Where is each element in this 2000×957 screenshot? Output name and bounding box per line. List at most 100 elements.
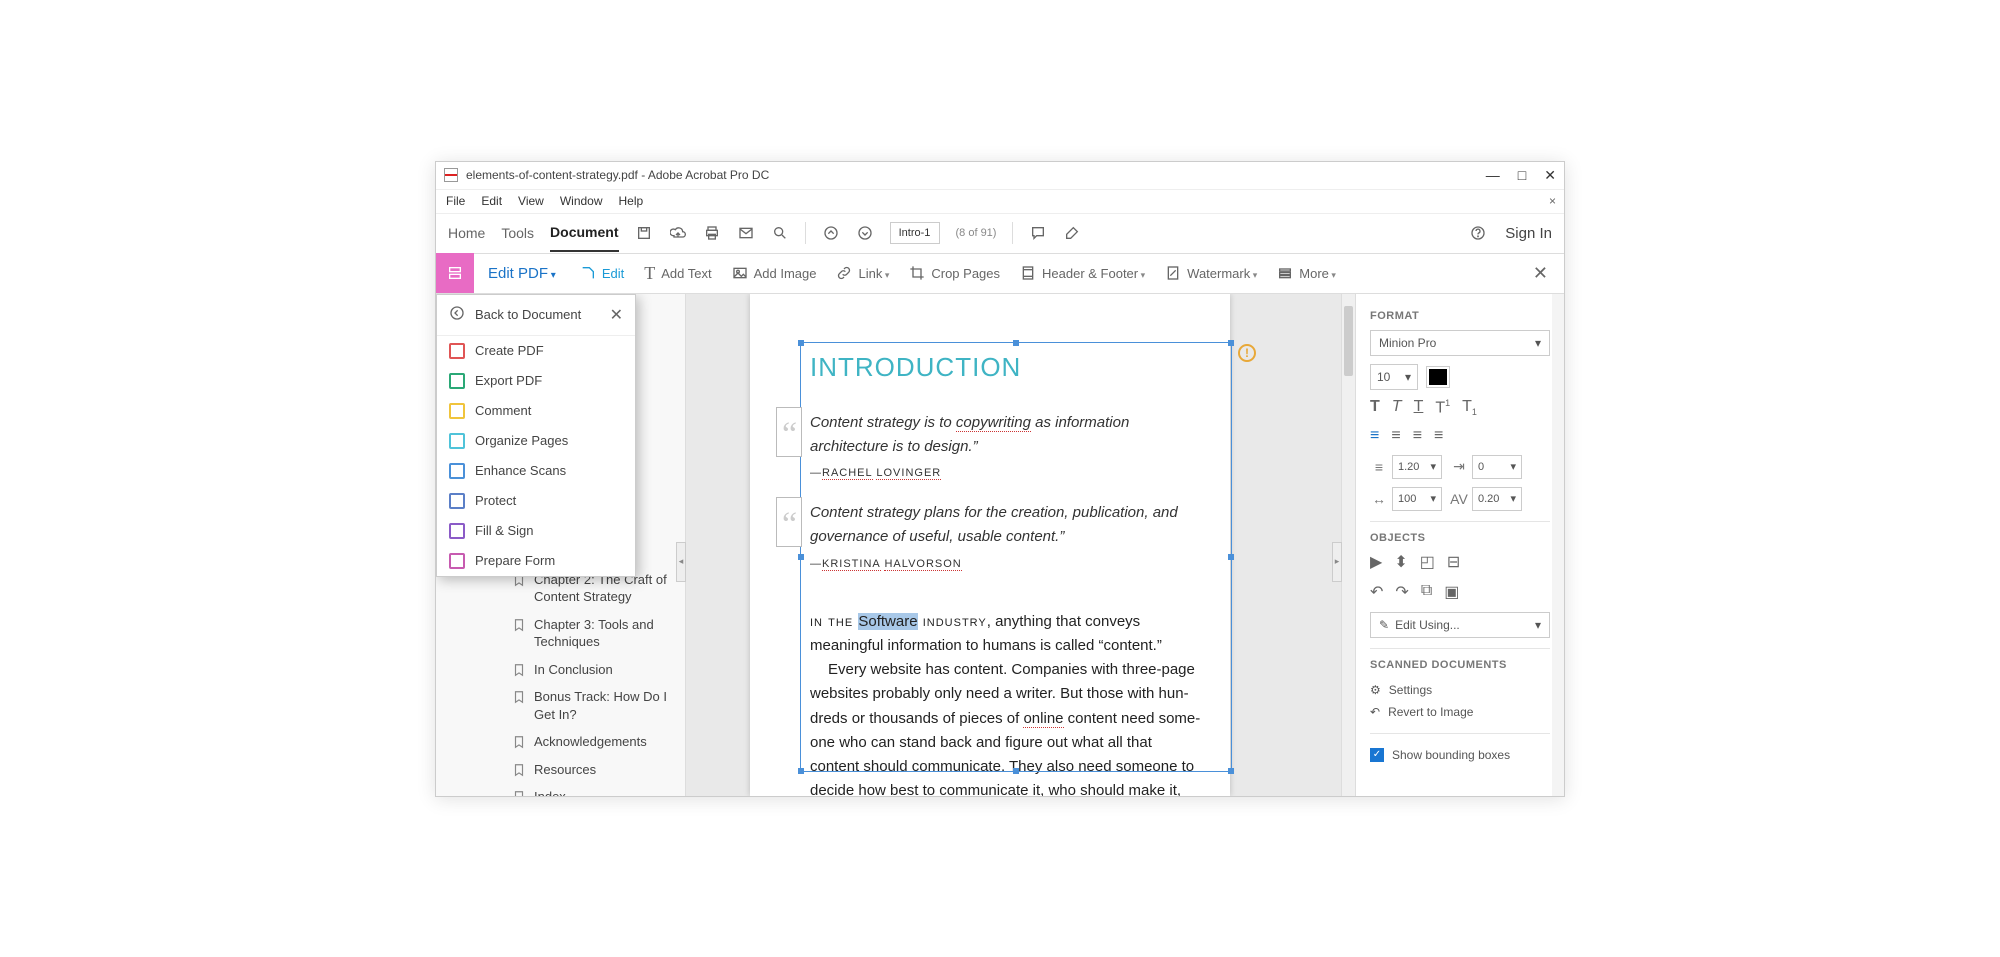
- panel-scrollbar[interactable]: [1552, 294, 1564, 796]
- superscript-icon[interactable]: T1: [1435, 398, 1450, 417]
- tab-home[interactable]: Home: [448, 225, 485, 241]
- kerning-input[interactable]: 0.20▾: [1472, 487, 1522, 511]
- flyout-item-enhance-scans[interactable]: Enhance Scans: [437, 456, 635, 486]
- bookmark-item[interactable]: Resources: [436, 756, 685, 784]
- menubar: File Edit View Window Help ×: [436, 190, 1564, 214]
- cloud-upload-icon[interactable]: [669, 224, 687, 242]
- viewport-scrollbar[interactable]: [1341, 294, 1355, 796]
- edit-button[interactable]: Edit: [570, 265, 634, 281]
- page-count-label: (8 of 91): [956, 227, 997, 239]
- back-arrow-icon[interactable]: [449, 305, 465, 324]
- comment-icon[interactable]: [1029, 224, 1047, 242]
- tab-document[interactable]: Document: [550, 224, 618, 252]
- menubar-close-icon[interactable]: ×: [1549, 194, 1556, 208]
- rotate-cw-icon[interactable]: ↷: [1395, 582, 1408, 602]
- bookmark-item[interactable]: Acknowledgements: [436, 728, 685, 756]
- collapse-right-icon[interactable]: ▸: [1332, 542, 1342, 582]
- bookmark-icon: [512, 618, 526, 632]
- page-number-input[interactable]: [890, 222, 940, 244]
- menu-file[interactable]: File: [446, 194, 465, 208]
- bookmark-item[interactable]: In Conclusion: [436, 656, 685, 684]
- subscript-icon[interactable]: T1: [1462, 398, 1477, 417]
- email-icon[interactable]: [737, 224, 755, 242]
- watermark-button[interactable]: Watermark: [1155, 265, 1267, 281]
- flip-v-icon[interactable]: ⬍: [1394, 552, 1407, 572]
- align-justify-icon[interactable]: ≡: [1434, 427, 1443, 445]
- header-footer-button[interactable]: Header & Footer: [1010, 265, 1155, 281]
- flyout-item-comment[interactable]: Comment: [437, 396, 635, 426]
- close-button[interactable]: ✕: [1544, 167, 1556, 184]
- flyout-item-icon: [449, 553, 465, 569]
- flyout-close-icon[interactable]: ✕: [610, 305, 623, 325]
- save-icon[interactable]: [635, 224, 653, 242]
- close-edit-icon[interactable]: ✕: [1517, 263, 1564, 284]
- bookmark-icon: [512, 763, 526, 777]
- flip-h-icon[interactable]: ▶: [1370, 552, 1382, 572]
- bold-icon[interactable]: T: [1370, 398, 1380, 417]
- font-family-dropdown[interactable]: Minion Pro▾: [1370, 330, 1550, 356]
- add-image-button[interactable]: Add Image: [722, 265, 827, 281]
- sign-in-button[interactable]: Sign In: [1505, 225, 1552, 242]
- text-selection-box[interactable]: [800, 342, 1232, 772]
- underline-icon[interactable]: T: [1414, 398, 1424, 417]
- arrange-icon[interactable]: ▣: [1444, 582, 1459, 602]
- pdf-page: ! INTRODUCTION “ Content strategy is to …: [750, 294, 1230, 796]
- rotate-ccw-icon[interactable]: ↶: [1370, 582, 1383, 602]
- main-body: Back to Document ✕ Create PDFExport PDFC…: [436, 294, 1564, 796]
- show-bounding-boxes-checkbox[interactable]: ✓Show bounding boxes: [1370, 744, 1550, 766]
- menu-window[interactable]: Window: [560, 194, 603, 208]
- align-icon[interactable]: ⊟: [1447, 552, 1460, 572]
- page-down-icon[interactable]: [856, 224, 874, 242]
- revert-button[interactable]: ↶Revert to Image: [1370, 701, 1550, 723]
- line-height-input[interactable]: 1.20▾: [1392, 455, 1442, 479]
- flyout-item-fill-&-sign[interactable]: Fill & Sign: [437, 516, 635, 546]
- replace-icon[interactable]: ⧉: [1421, 582, 1432, 602]
- more-button[interactable]: More: [1267, 265, 1346, 281]
- align-center-icon[interactable]: ≡: [1391, 427, 1400, 445]
- flyout-item-icon: [449, 403, 465, 419]
- document-viewport[interactable]: ! INTRODUCTION “ Content strategy is to …: [686, 294, 1356, 796]
- print-icon[interactable]: [703, 224, 721, 242]
- align-right-icon[interactable]: ≡: [1413, 427, 1422, 445]
- menu-view[interactable]: View: [518, 194, 544, 208]
- tab-tools[interactable]: Tools: [501, 225, 534, 241]
- hscale-input[interactable]: 100▾: [1392, 487, 1442, 511]
- scanned-section-title: SCANNED DOCUMENTS: [1370, 659, 1550, 671]
- highlight-icon[interactable]: [1063, 224, 1081, 242]
- text-style-row: T T T T1 T1: [1370, 398, 1550, 417]
- warning-icon[interactable]: !: [1238, 344, 1256, 362]
- flyout-item-prepare-form[interactable]: Prepare Form: [437, 546, 635, 576]
- hscale-icon: ↔: [1370, 490, 1388, 508]
- menu-edit[interactable]: Edit: [481, 194, 502, 208]
- minimize-button[interactable]: —: [1486, 167, 1500, 184]
- flyout-item-protect[interactable]: Protect: [437, 486, 635, 516]
- flyout-item-organize-pages[interactable]: Organize Pages: [437, 426, 635, 456]
- flyout-item-export-pdf[interactable]: Export PDF: [437, 366, 635, 396]
- maximize-button[interactable]: □: [1518, 167, 1526, 184]
- edit-pdf-dropdown[interactable]: Edit PDF: [474, 265, 570, 282]
- align-left-icon[interactable]: ≡: [1370, 427, 1379, 445]
- settings-button[interactable]: ⚙Settings: [1370, 679, 1550, 701]
- menu-help[interactable]: Help: [619, 194, 644, 208]
- edit-using-dropdown[interactable]: ✎Edit Using...▾: [1370, 612, 1550, 638]
- format-section-title: FORMAT: [1370, 310, 1550, 322]
- bookmark-item[interactable]: Chapter 3: Tools and Techniques: [436, 611, 685, 656]
- back-to-document-button[interactable]: Back to Document: [475, 307, 581, 322]
- help-icon[interactable]: [1469, 224, 1487, 242]
- link-button[interactable]: Link: [826, 265, 899, 281]
- font-color-swatch[interactable]: [1426, 366, 1450, 388]
- format-panel: FORMAT Minion Pro▾ 10▾ T T T T1 T1 ≡ ≡ ≡…: [1356, 294, 1564, 796]
- bookmark-item[interactable]: Index: [436, 783, 685, 795]
- flyout-item-create-pdf[interactable]: Create PDF: [437, 336, 635, 366]
- crop-icon[interactable]: ◰: [1420, 552, 1435, 572]
- collapse-left-icon[interactable]: ◂: [676, 542, 686, 582]
- bookmark-item[interactable]: Bonus Track: How Do I Get In?: [436, 683, 685, 728]
- flyout-item-icon: [449, 373, 465, 389]
- indent-input[interactable]: 0▾: [1472, 455, 1522, 479]
- page-up-icon[interactable]: [822, 224, 840, 242]
- crop-pages-button[interactable]: Crop Pages: [899, 265, 1010, 281]
- add-text-button[interactable]: TAdd Text: [634, 263, 721, 284]
- italic-icon[interactable]: T: [1392, 398, 1402, 417]
- font-size-input[interactable]: 10▾: [1370, 364, 1418, 390]
- search-icon[interactable]: [771, 224, 789, 242]
